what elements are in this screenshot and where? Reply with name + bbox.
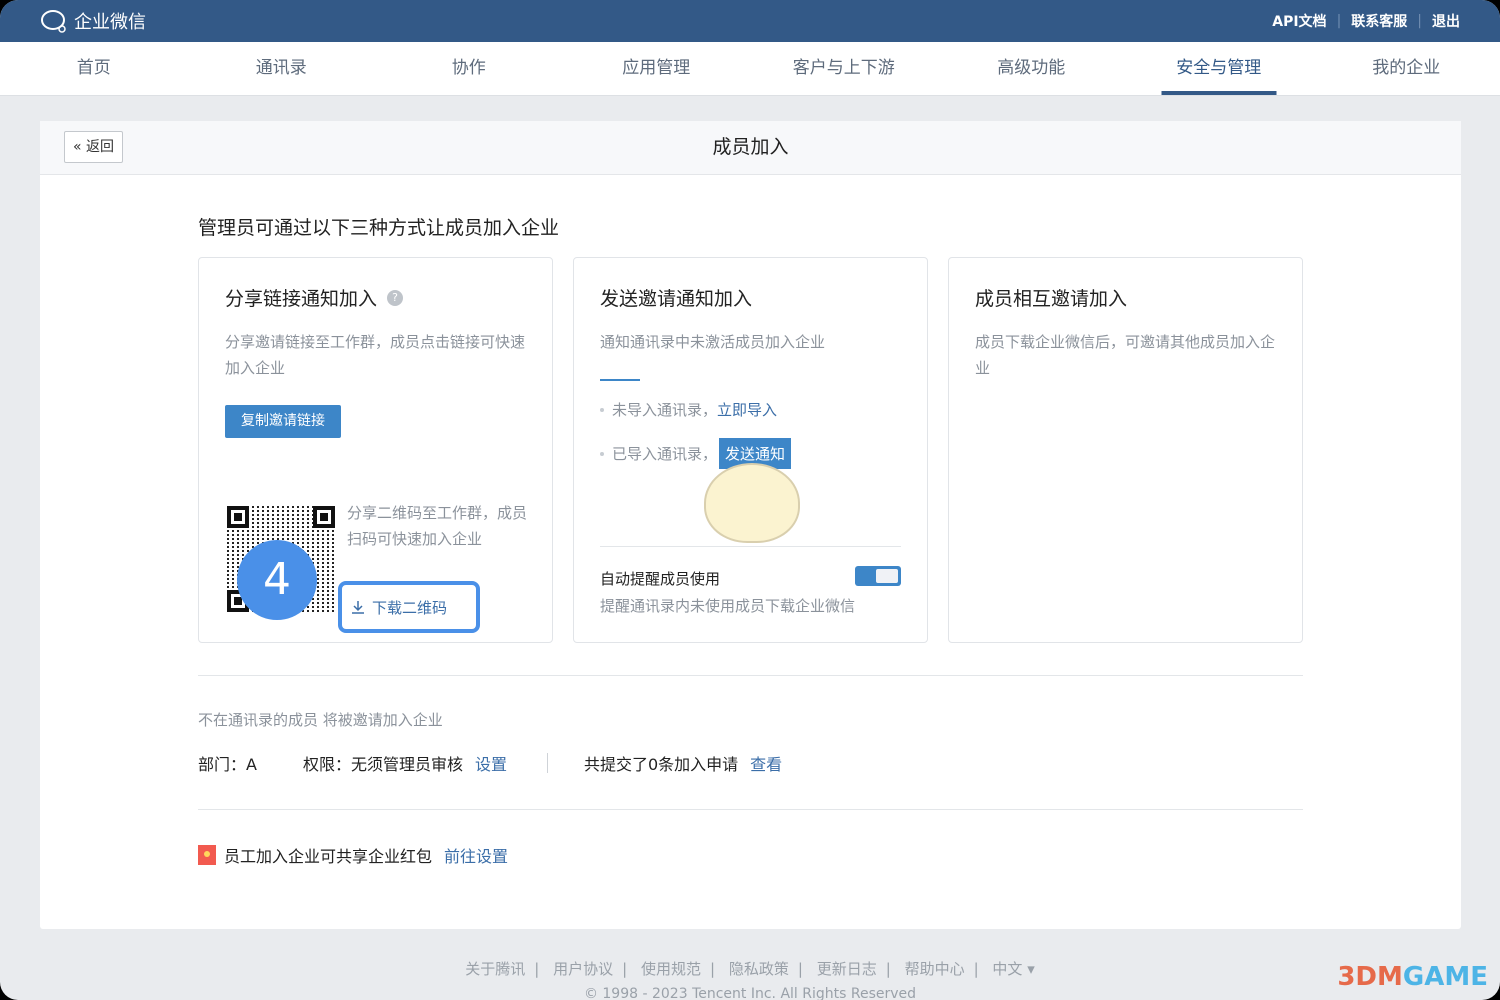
card-desc: 分享邀请链接至工作群，成员点击链接可快速加入企业 [225, 329, 525, 381]
member-join-panel: « 返回 成员加入 管理员可通过以下三种方式让成员加入企业 分享链接通知加入? … [40, 121, 1461, 929]
footer-link-about[interactable]: 关于腾讯 [465, 960, 525, 978]
copy-invite-link-button[interactable]: 复制邀请链接 [225, 405, 341, 438]
auto-remind-title: 自动提醒成员使用 [600, 568, 720, 589]
help-icon[interactable]: ? [387, 290, 403, 306]
footer-links: 关于腾讯| 用户协议| 使用规范| 隐私政策| 更新日志| 帮助中心| 中文 ▾ [0, 958, 1500, 979]
nav-contacts[interactable]: 通讯录 [188, 42, 376, 95]
mascot-image [704, 463, 800, 543]
intro-text: 管理员可通过以下三种方式让成员加入企业 [198, 213, 559, 240]
import-text: 未导入通讯录， [612, 399, 717, 420]
top-bar: 企业微信 API文档| 联系客服| 退出 [0, 0, 1500, 42]
nav-security[interactable]: 安全与管理 [1125, 42, 1313, 95]
logout-link[interactable]: 退出 [1432, 11, 1460, 31]
wechat-work-logo-icon [40, 8, 70, 34]
permission-settings-link[interactable]: 设置 [475, 751, 507, 775]
mutual-invite-card: 成员相互邀请加入 成员下载企业微信后，可邀请其他成员加入企业 [948, 257, 1303, 643]
card-desc: 通知通讯录中未激活成员加入企业 [600, 329, 901, 355]
red-packet-text: 员工加入企业可共享企业红包 [224, 843, 432, 867]
divider [600, 546, 901, 547]
applications-count: 共提交了0条加入申请 [584, 751, 738, 775]
non-contact-note: 不在通讯录的成员 将被邀请加入企业 [198, 709, 443, 730]
notify-text: 已导入通讯录， [612, 443, 717, 464]
card-title: 成员相互邀请加入 [975, 284, 1127, 311]
main-nav: 首页 通讯录 协作 应用管理 客户与上下游 高级功能 安全与管理 我的企业 [0, 42, 1500, 96]
watermark-logo: 3DMGAME [1337, 962, 1488, 992]
card-title: 分享链接通知加入 [225, 284, 377, 311]
download-qr-button[interactable]: 下载二维码 [338, 581, 480, 633]
permission-label: 权限：无须管理员审核 [303, 751, 463, 775]
red-packet-icon [198, 845, 216, 865]
card-title: 发送邀请通知加入 [600, 284, 752, 311]
share-link-card: 分享链接通知加入? 分享邀请链接至工作群，成员点击链接可快速加入企业 复制邀请链… [198, 257, 553, 643]
step-number-badge: 4 [237, 540, 317, 620]
logo-text: 企业微信 [74, 8, 146, 34]
card-desc: 成员下载企业微信后，可邀请其他成员加入企业 [975, 329, 1275, 381]
language-select[interactable]: 中文 ▾ [992, 960, 1034, 978]
footer-link-changelog[interactable]: 更新日志 [817, 960, 877, 978]
nav-collaboration[interactable]: 协作 [375, 42, 563, 95]
logo[interactable]: 企业微信 [40, 8, 146, 34]
send-invite-card: 发送邀请通知加入 通知通讯录中未激活成员加入企业 未导入通讯录，立即导入 已导入… [573, 257, 928, 643]
auto-remind-desc: 提醒通讯录内未使用成员下载企业微信 [600, 595, 855, 616]
go-settings-link[interactable]: 前往设置 [444, 843, 508, 867]
footer-link-rules[interactable]: 使用规范 [641, 960, 701, 978]
nav-apps[interactable]: 应用管理 [563, 42, 751, 95]
screen: 企业微信 API文档| 联系客服| 退出 首页 通讯录 协作 应用管理 客户与上… [0, 0, 1500, 1000]
footer-link-help[interactable]: 帮助中心 [905, 960, 965, 978]
nav-my-company[interactable]: 我的企业 [1313, 42, 1500, 95]
qr-desc: 分享二维码至工作群，成员扫码可快速加入企业 [347, 500, 527, 552]
back-button[interactable]: « 返回 [64, 131, 123, 163]
footer-link-agreement[interactable]: 用户协议 [553, 960, 613, 978]
nav-advanced[interactable]: 高级功能 [938, 42, 1126, 95]
contact-support-link[interactable]: 联系客服 [1351, 11, 1407, 31]
copyright: © 1998 - 2023 Tencent Inc. All Rights Re… [0, 986, 1500, 1000]
download-icon [350, 599, 366, 615]
import-now-link[interactable]: 立即导入 [717, 399, 777, 420]
api-docs-link[interactable]: API文档 [1272, 11, 1326, 31]
page-title: 成员加入 [712, 136, 788, 158]
nav-customers[interactable]: 客户与上下游 [750, 42, 938, 95]
divider [198, 675, 1303, 676]
auto-remind-toggle[interactable] [855, 566, 901, 586]
view-applications-link[interactable]: 查看 [750, 751, 782, 775]
divider [198, 809, 1303, 810]
import-item: 未导入通讯录，立即导入 [600, 399, 901, 420]
footer-link-privacy[interactable]: 隐私政策 [729, 960, 789, 978]
download-qr-label: 下载二维码 [372, 597, 447, 618]
department-label: 部门：A [198, 751, 257, 775]
nav-home[interactable]: 首页 [0, 42, 188, 95]
divider [600, 379, 640, 381]
